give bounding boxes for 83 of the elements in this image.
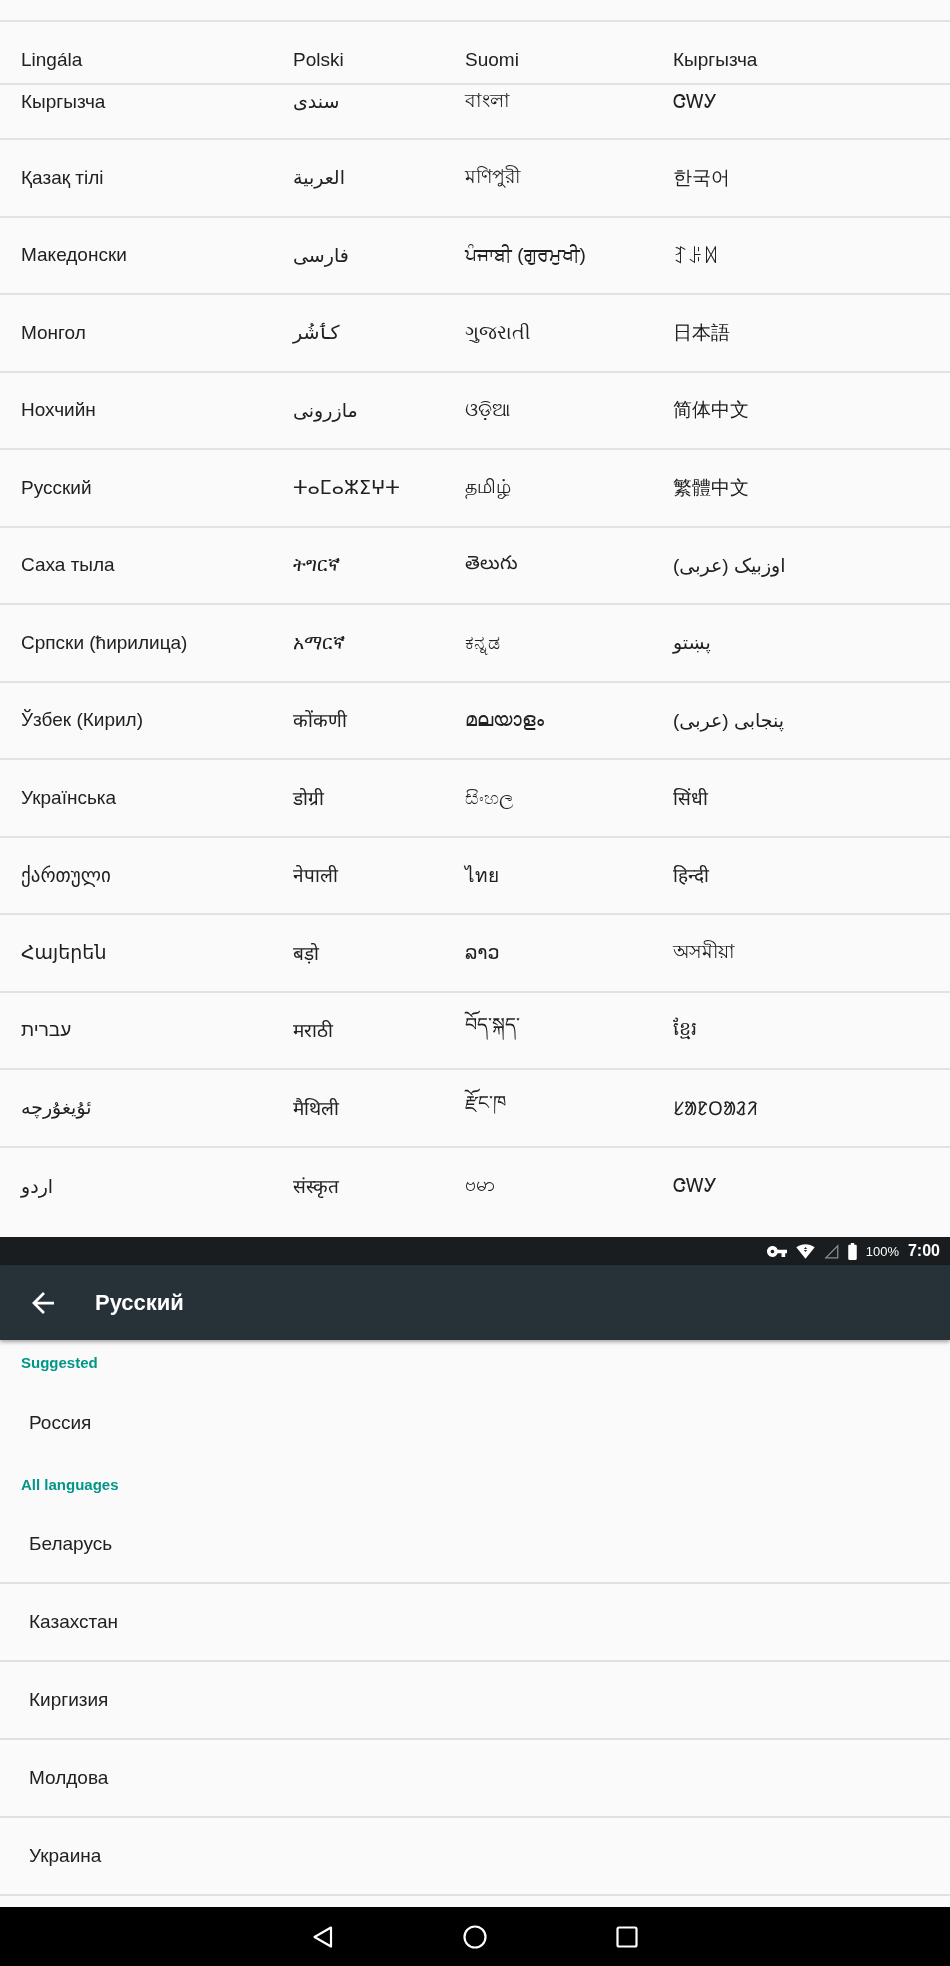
language-option[interactable]: ଓଡ଼ିଆ <box>465 399 510 422</box>
language-option[interactable]: አማርኛ <box>293 631 345 654</box>
home-icon[interactable] <box>463 1924 487 1949</box>
language-option[interactable]: Нохчийн <box>21 399 96 422</box>
language-option[interactable]: ᱥᱟᱱᱛᱟᱲᱤ <box>673 1094 758 1121</box>
language-option[interactable]: सिंधी <box>673 784 708 811</box>
language-option[interactable]: ᏣᎳᎩ <box>673 1175 717 1198</box>
country-option[interactable]: Украина <box>0 1818 950 1896</box>
language-option[interactable]: Қазақ тілі <box>21 166 104 189</box>
language-option[interactable]: ไทย <box>465 860 499 891</box>
language-option[interactable]: සිංහල <box>465 786 514 809</box>
language-option[interactable]: Русский <box>21 476 92 499</box>
screen-title: Русский <box>95 1289 184 1316</box>
battery-icon <box>847 1242 857 1260</box>
language-option[interactable]: Кыргызча <box>673 48 758 71</box>
back-icon[interactable] <box>311 1924 335 1949</box>
language-option[interactable]: پنجابی (عربی) <box>673 708 785 732</box>
country-option[interactable]: Беларусь <box>0 1506 950 1584</box>
language-option[interactable]: ꆈꌠꉙ <box>673 242 718 268</box>
language-option[interactable]: ᏣᎳᎩ <box>673 90 717 113</box>
language-option[interactable]: తెలుగు <box>465 552 518 579</box>
language-option[interactable]: മലയാളം <box>465 709 544 732</box>
language-option[interactable]: ქართული <box>21 863 111 887</box>
language-option[interactable]: 한국어 <box>673 164 730 191</box>
language-option[interactable]: བོད་སྐད་ <box>465 1003 520 1058</box>
language-option[interactable]: ئۇيغۇرچە <box>21 1096 92 1120</box>
language-option[interactable]: Українська <box>21 786 117 809</box>
language-option[interactable]: ગુજરાતી <box>465 321 530 344</box>
country-option[interactable]: Киргизия <box>0 1662 950 1740</box>
recent-apps-icon[interactable] <box>615 1924 639 1949</box>
language-option[interactable]: Монгол <box>21 321 86 344</box>
language-option[interactable]: नेपाली <box>293 862 338 889</box>
country-option[interactable]: Россия <box>0 1384 950 1462</box>
language-option[interactable]: پښتو <box>673 631 711 655</box>
language-option[interactable]: মণিপুরী <box>465 161 520 194</box>
language-option[interactable]: Polski <box>293 48 344 71</box>
language-option[interactable]: اوزبیک (عربی) <box>673 553 786 577</box>
language-option[interactable]: ትግርኛ <box>293 554 340 577</box>
section-header: All languages <box>21 1475 119 1493</box>
language-option[interactable]: ខ្មែរ <box>673 1016 697 1045</box>
section-header: Suggested <box>21 1353 98 1371</box>
language-option[interactable]: தமிழ் <box>465 475 511 500</box>
language-option[interactable]: हिन्दी <box>673 862 709 889</box>
language-option[interactable]: 日本語 <box>673 319 730 346</box>
language-option[interactable]: Српски (ћирилица) <box>21 631 188 654</box>
language-option[interactable]: ಕನ್ನಡ <box>465 631 500 654</box>
language-option[interactable]: Ўзбек (Кирил) <box>21 709 143 732</box>
language-option[interactable]: बड़ो <box>293 939 319 966</box>
language-option[interactable]: मराठी <box>293 1017 333 1044</box>
language-option[interactable]: 简体中文 <box>673 397 749 424</box>
language-option[interactable]: اردو <box>21 1174 54 1198</box>
cell-signal-icon <box>823 1243 839 1259</box>
clock-time: 7:00 <box>907 1242 940 1260</box>
language-option[interactable]: डोग्री <box>293 784 324 811</box>
language-option[interactable]: Suomi <box>465 48 519 71</box>
language-option[interactable]: ਪੰਜਾਬੀ (ਗੁਰਮੁਖੀ) <box>465 244 586 267</box>
language-option[interactable]: संस्कृत <box>293 1173 339 1200</box>
language-option[interactable]: Lingála <box>21 48 83 71</box>
language-option[interactable]: རྫོང་ཁ <box>465 1080 506 1135</box>
language-option[interactable]: Саха тыла <box>21 554 115 577</box>
language-option[interactable]: অসমীয়া <box>673 936 735 969</box>
language-option[interactable]: فارسی <box>293 243 349 267</box>
back-arrow-icon[interactable] <box>32 1291 54 1314</box>
language-option[interactable]: Հայերեն <box>21 941 107 965</box>
language-option[interactable]: Кыргызча <box>21 90 106 113</box>
battery-percent: 100% <box>865 1243 899 1259</box>
language-option[interactable]: ဗမာ <box>465 1172 495 1201</box>
language-option[interactable]: עברית <box>21 1019 72 1042</box>
wifi-icon <box>795 1243 815 1259</box>
country-option[interactable]: Казахстан <box>0 1584 950 1662</box>
language-option[interactable]: मैथिली <box>293 1094 339 1121</box>
country-option[interactable]: Молдова <box>0 1740 950 1818</box>
language-option[interactable]: 繁體中文 <box>673 474 749 501</box>
key-icon <box>766 1245 787 1257</box>
language-option[interactable]: বাংলা <box>465 85 510 118</box>
language-option[interactable]: سندی <box>293 90 340 113</box>
language-option[interactable]: Македонски <box>21 244 127 267</box>
language-option[interactable]: مازرونی <box>293 398 358 422</box>
language-option[interactable]: العربية <box>293 166 345 190</box>
language-option[interactable]: کٲشُر <box>293 321 340 345</box>
language-option[interactable]: कोंकणी <box>293 707 347 734</box>
language-option[interactable]: ⵜⴰⵎⴰⵣⵉⵖⵜ <box>293 476 400 500</box>
language-option[interactable]: ລາວ <box>465 941 500 965</box>
